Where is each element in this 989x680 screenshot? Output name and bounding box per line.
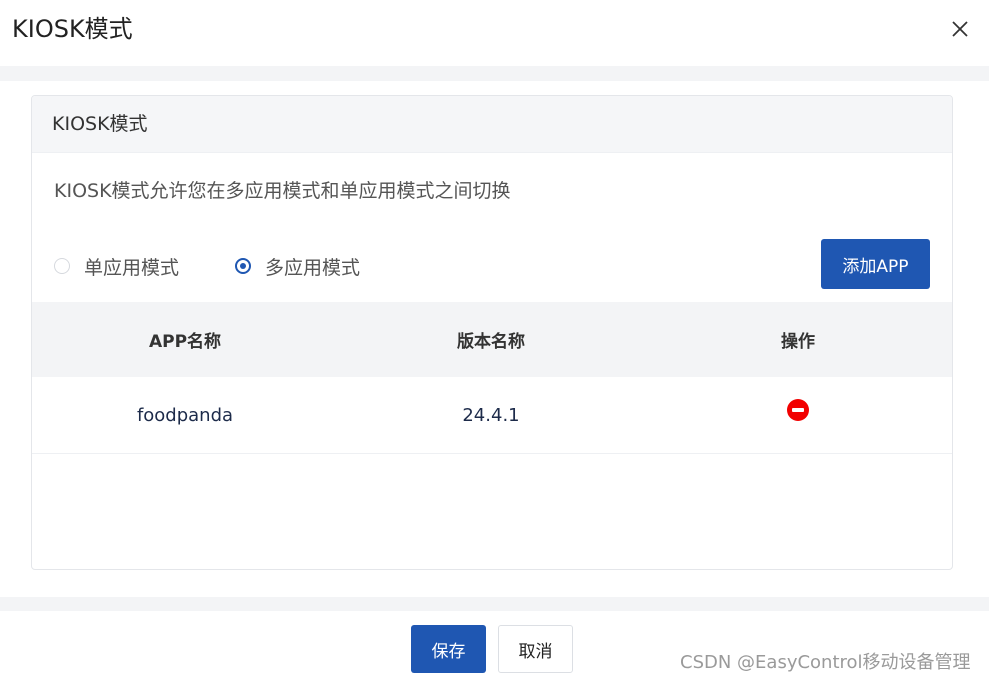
- kiosk-description: KIOSK模式允许您在多应用模式和单应用模式之间切换: [54, 180, 511, 202]
- add-app-button[interactable]: 添加APP: [821, 239, 930, 289]
- dialog-header: KIOSK模式: [0, 0, 989, 66]
- multi-app-mode-label: 多应用模式: [265, 256, 361, 279]
- cancel-button[interactable]: 取消: [498, 625, 573, 673]
- version-cell: 24.4.1: [462, 404, 520, 426]
- section-divider: [0, 66, 989, 81]
- column-header-app-name: APP名称: [148, 332, 222, 352]
- multi-app-mode-option[interactable]: 多应用模式: [235, 253, 360, 280]
- kiosk-card: KIOSK模式 KIOSK模式允许您在多应用模式和单应用模式之间切换 单应用模式…: [31, 95, 953, 570]
- mode-radio-group: 单应用模式 多应用模式: [54, 253, 416, 280]
- save-button[interactable]: 保存: [411, 625, 486, 673]
- footer-divider: [0, 597, 989, 611]
- single-app-mode-option[interactable]: 单应用模式: [54, 253, 179, 280]
- app-table: APP名称 版本名称 操作 foodpanda 24.4.1: [32, 302, 952, 454]
- card-header: KIOSK模式: [32, 96, 952, 153]
- multi-app-mode-radio[interactable]: [235, 258, 252, 274]
- dialog-title: KIOSK模式: [12, 15, 133, 43]
- column-header-version: 版本名称: [457, 332, 525, 352]
- app-name-cell: foodpanda: [136, 404, 234, 426]
- watermark: CSDN @EasyControl移动设备管理: [680, 652, 971, 673]
- single-app-mode-radio[interactable]: [54, 258, 70, 274]
- action-cell: [644, 398, 952, 426]
- table-row: foodpanda 24.4.1: [32, 377, 952, 454]
- remove-circle-icon[interactable]: [787, 398, 809, 421]
- column-header-action: 操作: [781, 332, 815, 352]
- close-icon[interactable]: [947, 16, 973, 42]
- single-app-mode-label: 单应用模式: [84, 256, 180, 279]
- table-header: APP名称 版本名称 操作: [32, 302, 952, 377]
